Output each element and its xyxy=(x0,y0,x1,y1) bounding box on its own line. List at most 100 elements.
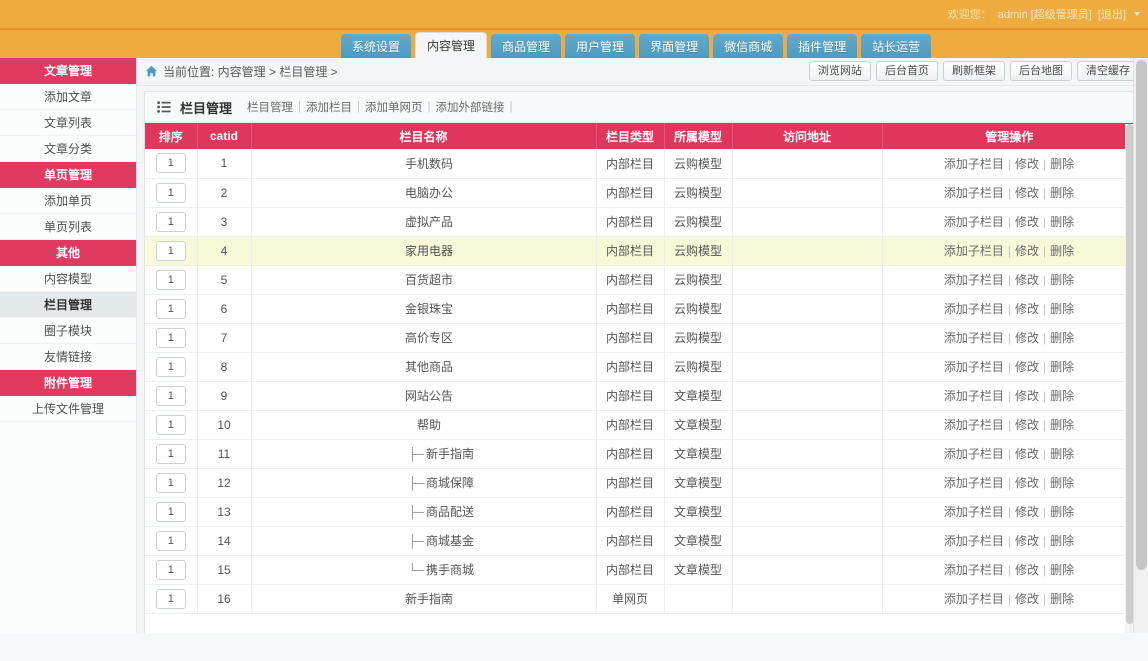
sort-input[interactable] xyxy=(156,415,186,435)
edit-link[interactable]: 修改 xyxy=(1015,302,1039,316)
sort-input[interactable] xyxy=(156,589,186,609)
add-subcolumn-link[interactable]: 添加子栏目 xyxy=(944,563,1004,577)
add-subcolumn-link[interactable]: 添加子栏目 xyxy=(944,244,1004,258)
tab-7[interactable]: 站长运营 xyxy=(861,34,931,58)
add-subcolumn-link[interactable]: 添加子栏目 xyxy=(944,331,1004,345)
panel-link-1[interactable]: 添加栏目 xyxy=(306,99,352,115)
panel-link-0[interactable]: 栏目管理 xyxy=(247,99,293,115)
toolbar-button-3[interactable]: 后台地图 xyxy=(1010,61,1072,81)
edit-link[interactable]: 修改 xyxy=(1015,563,1039,577)
page-scrollbar-track[interactable] xyxy=(1133,58,1148,633)
toolbar-button-2[interactable]: 刷新框架 xyxy=(943,61,1005,81)
panel-link-3[interactable]: 添加外部链接 xyxy=(436,99,505,115)
add-subcolumn-link[interactable]: 添加子栏目 xyxy=(944,302,1004,316)
sidebar-item-8[interactable]: 内容模型 xyxy=(0,266,136,292)
toolbar-button-1[interactable]: 后台首页 xyxy=(876,61,938,81)
sort-input[interactable] xyxy=(156,386,186,406)
add-subcolumn-link[interactable]: 添加子栏目 xyxy=(944,476,1004,490)
sidebar-item-6[interactable]: 单页列表 xyxy=(0,214,136,240)
sidebar-item-5[interactable]: 添加单页 xyxy=(0,188,136,214)
delete-link[interactable]: 删除 xyxy=(1050,273,1074,287)
add-subcolumn-link[interactable]: 添加子栏目 xyxy=(944,215,1004,229)
logout-link[interactable]: [退出] xyxy=(1098,6,1126,22)
sort-input[interactable] xyxy=(156,531,186,551)
delete-link[interactable]: 删除 xyxy=(1050,331,1074,345)
edit-link[interactable]: 修改 xyxy=(1015,331,1039,345)
add-subcolumn-link[interactable]: 添加子栏目 xyxy=(944,592,1004,606)
tab-1[interactable]: 内容管理 xyxy=(415,32,487,58)
edit-link[interactable]: 修改 xyxy=(1015,505,1039,519)
delete-link[interactable]: 删除 xyxy=(1050,534,1074,548)
sort-input[interactable] xyxy=(156,212,186,232)
sort-input[interactable] xyxy=(156,502,186,522)
sort-input[interactable] xyxy=(156,183,186,203)
edit-link[interactable]: 修改 xyxy=(1015,476,1039,490)
delete-link[interactable]: 删除 xyxy=(1050,476,1074,490)
edit-link[interactable]: 修改 xyxy=(1015,418,1039,432)
sort-input[interactable] xyxy=(156,444,186,464)
sort-input[interactable] xyxy=(156,328,186,348)
delete-link[interactable]: 删除 xyxy=(1050,418,1074,432)
sort-input[interactable] xyxy=(156,473,186,493)
add-subcolumn-link[interactable]: 添加子栏目 xyxy=(944,505,1004,519)
sort-input[interactable] xyxy=(156,270,186,290)
sidebar-group-0[interactable]: 文章管理 xyxy=(0,58,136,84)
delete-link[interactable]: 删除 xyxy=(1050,215,1074,229)
sort-input[interactable] xyxy=(156,241,186,261)
sidebar-item-13[interactable]: 上传文件管理 xyxy=(0,396,136,422)
toolbar-button-0[interactable]: 浏览网站 xyxy=(809,61,871,81)
page-scrollbar-thumb[interactable] xyxy=(1136,60,1147,570)
add-subcolumn-link[interactable]: 添加子栏目 xyxy=(944,273,1004,287)
current-user-link[interactable]: admin [超级管理员] xyxy=(998,6,1092,22)
sidebar-group-12[interactable]: 附件管理 xyxy=(0,370,136,396)
delete-link[interactable]: 删除 xyxy=(1050,244,1074,258)
add-subcolumn-link[interactable]: 添加子栏目 xyxy=(944,447,1004,461)
delete-link[interactable]: 删除 xyxy=(1050,505,1074,519)
sidebar-item-10[interactable]: 圈子模块 xyxy=(0,318,136,344)
edit-link[interactable]: 修改 xyxy=(1015,534,1039,548)
edit-link[interactable]: 修改 xyxy=(1015,592,1039,606)
sort-input[interactable] xyxy=(156,357,186,377)
delete-link[interactable]: 删除 xyxy=(1050,563,1074,577)
sidebar-item-2[interactable]: 文章列表 xyxy=(0,110,136,136)
sidebar-item-9[interactable]: 栏目管理 xyxy=(0,292,136,318)
add-subcolumn-link[interactable]: 添加子栏目 xyxy=(944,186,1004,200)
edit-link[interactable]: 修改 xyxy=(1015,244,1039,258)
toolbar-button-4[interactable]: 清空缓存 xyxy=(1077,61,1139,81)
add-subcolumn-link[interactable]: 添加子栏目 xyxy=(944,534,1004,548)
tab-5[interactable]: 微信商城 xyxy=(713,34,783,58)
delete-link[interactable]: 删除 xyxy=(1050,592,1074,606)
tab-0[interactable]: 系统设置 xyxy=(341,34,411,58)
edit-link[interactable]: 修改 xyxy=(1015,215,1039,229)
sidebar-item-1[interactable]: 添加文章 xyxy=(0,84,136,110)
edit-link[interactable]: 修改 xyxy=(1015,157,1039,171)
sidebar-group-7[interactable]: 其他 xyxy=(0,240,136,266)
sort-input[interactable] xyxy=(156,560,186,580)
edit-link[interactable]: 修改 xyxy=(1015,186,1039,200)
sort-input[interactable] xyxy=(156,153,186,173)
delete-link[interactable]: 删除 xyxy=(1050,389,1074,403)
delete-link[interactable]: 删除 xyxy=(1050,302,1074,316)
chevron-down-icon[interactable] xyxy=(1134,12,1140,16)
delete-link[interactable]: 删除 xyxy=(1050,157,1074,171)
edit-link[interactable]: 修改 xyxy=(1015,389,1039,403)
add-subcolumn-link[interactable]: 添加子栏目 xyxy=(944,389,1004,403)
add-subcolumn-link[interactable]: 添加子栏目 xyxy=(944,418,1004,432)
add-subcolumn-link[interactable]: 添加子栏目 xyxy=(944,360,1004,374)
panel-link-2[interactable]: 添加单网页 xyxy=(365,99,423,115)
edit-link[interactable]: 修改 xyxy=(1015,360,1039,374)
sidebar-item-11[interactable]: 友情链接 xyxy=(0,344,136,370)
edit-link[interactable]: 修改 xyxy=(1015,273,1039,287)
sort-input[interactable] xyxy=(156,299,186,319)
tab-2[interactable]: 商品管理 xyxy=(491,34,561,58)
delete-link[interactable]: 删除 xyxy=(1050,360,1074,374)
delete-link[interactable]: 删除 xyxy=(1050,186,1074,200)
sidebar-item-3[interactable]: 文章分类 xyxy=(0,136,136,162)
tab-6[interactable]: 插件管理 xyxy=(787,34,857,58)
add-subcolumn-link[interactable]: 添加子栏目 xyxy=(944,157,1004,171)
sidebar-group-4[interactable]: 单页管理 xyxy=(0,162,136,188)
delete-link[interactable]: 删除 xyxy=(1050,447,1074,461)
tab-4[interactable]: 界面管理 xyxy=(639,34,709,58)
edit-link[interactable]: 修改 xyxy=(1015,447,1039,461)
tab-3[interactable]: 用户管理 xyxy=(565,34,635,58)
